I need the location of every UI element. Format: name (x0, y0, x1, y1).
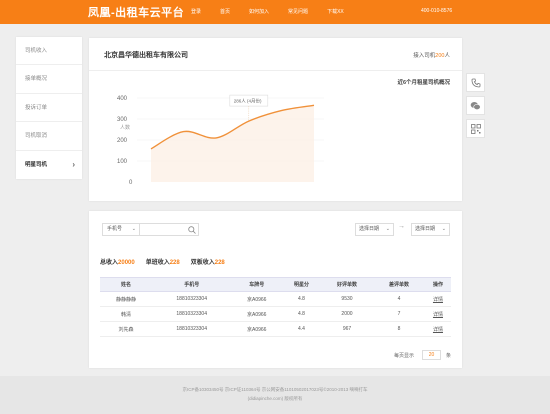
phone-icon[interactable] (466, 73, 485, 92)
col-plate: 车牌号 (231, 277, 282, 292)
sidebar: 司机收入 接单概况 投诉订单 司机取消 明星司机 › (16, 37, 82, 179)
series-area (151, 105, 314, 182)
page-size-input[interactable]: 20 (422, 350, 442, 360)
stat-label: 总收入 (100, 260, 119, 266)
cell-good: 967 (321, 321, 373, 337)
stat-single-shift-income: 单班收入228 (146, 257, 180, 266)
detail-link[interactable]: 详情 (424, 306, 451, 322)
cell-name: 刘先森 (100, 321, 152, 337)
col-phone: 手机号 (151, 277, 232, 292)
qrcode-icon[interactable] (466, 119, 485, 138)
hotline-number: 400-010-8576 (421, 8, 453, 14)
sidebar-item-star-drivers[interactable]: 明星司机 › (16, 151, 82, 179)
wechat-icon[interactable] (466, 96, 485, 115)
top-header: 凤凰-出租车云平台 登录 首页 如何加入 常见问题 下载XX 400-010-8… (0, 0, 550, 24)
floating-toolbar (466, 73, 485, 142)
y-axis-label: 人数 (120, 124, 130, 131)
y-tick-label: 0 (129, 180, 133, 186)
cell-good: 9530 (321, 291, 373, 307)
income-stats: 总收入20000 单班收入228 双板收入228 (100, 257, 236, 266)
pagination: 每页显示 20 条 (394, 350, 451, 360)
overview-card: 北京昌华德出租车有限公司 接入司机200人 近6个月租星司机概况 人数 0 100 2… (89, 38, 462, 201)
col-bad-reviews: 差评单数 (372, 277, 425, 292)
star-drivers-panel: 手机号 ⌄ 选择日期 ⌄ → 选择日期 ⌄ 总收入20000 单班收入228 双板收入… (89, 211, 462, 368)
col-star-score: 明星分 (282, 277, 321, 292)
footer-copyright: (didiapinche.com) 版权所有 (247, 396, 303, 401)
arrow-right-icon: → (398, 223, 405, 230)
cell-name: 静静静静 (100, 291, 152, 307)
y-tick-label: 300 (117, 117, 128, 123)
stat-label: 双板收入 (190, 260, 215, 266)
start-date-picker[interactable]: 选择日期 ⌄ (355, 223, 394, 236)
sidebar-item-driver-income[interactable]: 司机收入 (16, 37, 82, 66)
cell-bad: 4 (372, 291, 425, 307)
y-tick-label: 200 (117, 138, 128, 144)
cell-score: 4.8 (282, 306, 321, 322)
date-end-value: 选择日期 (415, 226, 436, 232)
table-row: 韩清 18810323304 京A0966 4.8 2000 7 详情 (100, 306, 451, 322)
sidebar-item-label: 司机取消 (25, 133, 48, 140)
drivers-table: 姓名 手机号 车牌号 明星分 好评单数 差评单数 操作 静静静静 1881032… (100, 277, 451, 337)
end-date-picker[interactable]: 选择日期 ⌄ (411, 223, 450, 236)
footer-license: 京ICP备10303450号 京ICP证110364号 京公网安备1101050… (182, 387, 368, 392)
search-icon[interactable] (188, 226, 196, 234)
search-field-select[interactable]: 手机号 ⌄ (102, 223, 140, 236)
cell-score: 4.8 (282, 291, 321, 307)
cell-plate: 京A0966 (231, 306, 282, 322)
detail-link[interactable]: 详情 (424, 291, 451, 307)
col-name: 姓名 (100, 277, 152, 292)
nav-login[interactable]: 登录 (191, 8, 201, 15)
cell-score: 4.4 (282, 321, 321, 337)
svg-text:286人 (4月份): 286人 (4月份) (234, 98, 262, 105)
line-chart: 人数01002003004001月2月3月4月5月6月日期286人 (4月份) (117, 94, 324, 186)
cell-plate: 京A0966 (231, 321, 282, 337)
sidebar-item-order-overview[interactable]: 接单概况 (16, 65, 82, 94)
nav-faq[interactable]: 常见问题 (288, 8, 308, 15)
y-tick-label: 100 (117, 159, 128, 165)
stat-value: 228 (169, 260, 180, 266)
pager-label: 每页显示 (394, 352, 415, 359)
nav-home[interactable]: 首页 (220, 8, 230, 15)
sidebar-item-label: 明星司机 (25, 161, 48, 168)
cell-phone: 18810323304 (151, 306, 232, 322)
detail-link[interactable]: 详情 (424, 321, 451, 337)
cell-good: 2000 (321, 306, 373, 322)
table-header-row: 姓名 手机号 车牌号 明星分 好评单数 差评单数 操作 (100, 277, 451, 292)
top-nav: 登录 首页 如何加入 常见问题 下载XX (191, 8, 363, 15)
y-tick-label: 400 (117, 96, 128, 102)
cell-name: 韩清 (100, 306, 152, 322)
sidebar-item-complaint-orders[interactable]: 投诉订单 (16, 94, 82, 123)
cell-plate: 京A0966 (231, 291, 282, 307)
stat-value: 228 (214, 260, 225, 266)
sidebar-item-driver-cancel[interactable]: 司机取消 (16, 122, 82, 151)
stat-double-shift-income: 双板收入228 (191, 257, 225, 266)
stat-total-income: 总收入20000 (100, 257, 135, 266)
pager-unit: 条 (446, 352, 452, 359)
table-row: 刘先森 18810323304 京A0966 4.4 967 8 详情 (100, 321, 451, 337)
col-action: 操作 (424, 277, 451, 292)
col-good-reviews: 好评单数 (321, 277, 373, 292)
nav-download[interactable]: 下载XX (327, 8, 344, 15)
chevron-down-icon: ⌄ (385, 226, 390, 232)
sidebar-item-label: 投诉订单 (25, 104, 48, 111)
cell-phone: 18810323304 (151, 291, 232, 307)
table-row: 静静静静 18810323304 京A0966 4.8 9530 4 详情 (100, 291, 451, 307)
cell-bad: 8 (372, 321, 425, 337)
stat-label: 单班收入 (145, 260, 170, 266)
stat-value: 20000 (118, 260, 135, 266)
brand-logo[interactable]: 凤凰-出租车云平台 (88, 4, 184, 20)
chevron-right-icon: › (72, 159, 75, 169)
chart-tooltip: 286人 (4月份) (229, 94, 269, 107)
sidebar-item-label: 司机收入 (25, 48, 48, 54)
nav-how-to-join[interactable]: 如何加入 (249, 8, 269, 15)
date-start-value: 选择日期 (359, 226, 380, 232)
select-value: 手机号 (107, 226, 123, 232)
cell-bad: 7 (372, 306, 425, 322)
chevron-down-icon: ⌄ (441, 226, 446, 232)
cell-phone: 18810323304 (151, 321, 232, 337)
footer: 京ICP备10303450号 京ICP证110364号 京公网安备1101050… (0, 376, 550, 414)
chevron-down-icon: ⌄ (131, 226, 136, 232)
sidebar-item-label: 接单概况 (25, 76, 48, 83)
